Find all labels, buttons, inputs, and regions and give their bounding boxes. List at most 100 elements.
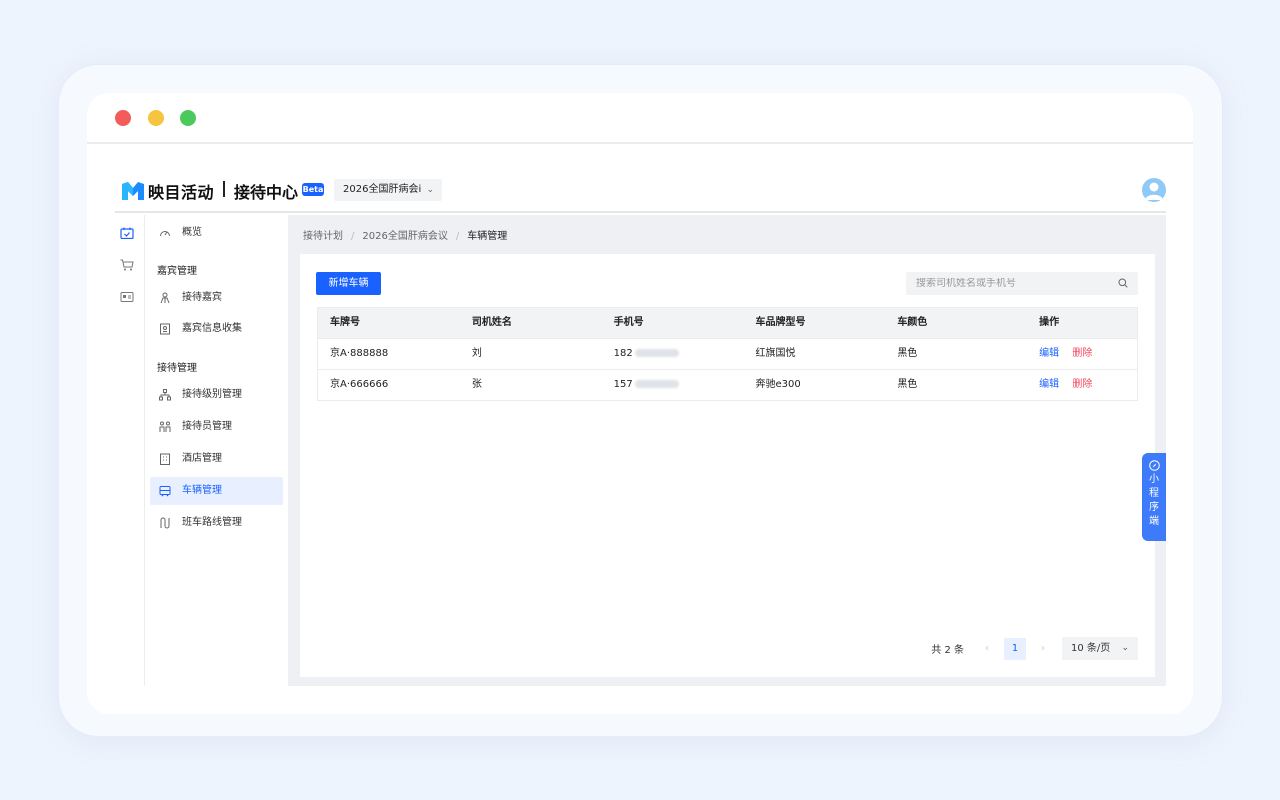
- page-size-value: 10 条/页: [1071, 643, 1111, 654]
- sidebar-item-receive-guest[interactable]: 接待嘉宾: [150, 284, 283, 312]
- breadcrumb-separator: /: [455, 231, 460, 242]
- masked-phone-digits: [634, 349, 679, 357]
- dashboard-gauge-icon: [160, 231, 170, 237]
- phone-prefix: 157: [613, 379, 633, 390]
- chevron-right-icon[interactable]: ›: [1032, 638, 1054, 660]
- total-count: 共 2 条: [931, 645, 964, 656]
- sidebar-item-label: 班车路线管理: [182, 517, 242, 528]
- breadcrumb-current: 车辆管理: [467, 231, 508, 242]
- search-box: [906, 272, 1138, 295]
- main-content: 接待计划 / 2026全国肝病会议 / 车辆管理 新增车辆 车牌号 司机姓名 手机号 车…: [288, 215, 1166, 686]
- sidebar-item-label: 接待级别管理: [182, 389, 242, 400]
- id-card-icon[interactable]: [120, 291, 134, 303]
- table-header: 车牌号 司机姓名 手机号 车品牌型号 车颜色 操作: [318, 308, 1137, 338]
- edit-link[interactable]: 编辑: [1039, 348, 1059, 359]
- sidebar-nav: 概览 嘉宾管理 接待嘉宾 嘉宾信息收集 接待管理 接待级别管理 接待员管理 酒店…: [146, 215, 288, 686]
- building-icon: [160, 453, 170, 465]
- nav-group-reception: 接待管理: [157, 363, 197, 374]
- hierarchy-icon: [159, 389, 171, 401]
- sidebar-item-hotel[interactable]: 酒店管理: [150, 445, 283, 473]
- search-input[interactable]: [916, 278, 1106, 289]
- add-vehicle-button[interactable]: 新增车辆: [316, 272, 381, 295]
- delete-link[interactable]: 删除: [1072, 379, 1092, 390]
- pagination: 共 2 条 ‹ 1 › 10 条/页 ⌄: [931, 637, 1138, 660]
- vehicle-table: 车牌号 司机姓名 手机号 车品牌型号 车颜色 操作 京A·888888 刘 18…: [317, 307, 1138, 401]
- cart-icon[interactable]: [120, 259, 134, 271]
- edit-link[interactable]: 编辑: [1039, 379, 1059, 390]
- beta-badge: Beta: [302, 183, 324, 196]
- sidebar-item-label: 车辆管理: [182, 485, 222, 496]
- route-icon: [160, 517, 170, 529]
- sidebar-item-label: 概览: [182, 227, 202, 238]
- sidebar-item-route[interactable]: 班车路线管理: [150, 509, 283, 537]
- breadcrumb: 接待计划 / 2026全国肝病会议 / 车辆管理: [303, 227, 507, 242]
- chevron-left-icon[interactable]: ‹: [976, 638, 998, 660]
- sidebar-item-label: 接待员管理: [182, 421, 232, 432]
- chevron-down-icon: ⌄: [426, 185, 434, 195]
- window-titlebar: [87, 93, 1193, 144]
- breadcrumb-separator: /: [351, 231, 355, 242]
- sidebar-item-guest-info[interactable]: 嘉宾信息收集: [150, 315, 283, 343]
- staff-group-icon: [159, 421, 171, 432]
- masked-phone-digits: [634, 380, 679, 388]
- mini-program-tab[interactable]: 小 程 序 端: [1142, 453, 1166, 541]
- person-icon: [160, 292, 170, 304]
- column-header: 手机号: [613, 317, 644, 328]
- table-row: 京A·888888 刘 182 红旗国悦 黑色 编辑 删除: [318, 338, 1137, 369]
- sidebar-item-level[interactable]: 接待级别管理: [150, 381, 283, 409]
- phone-cell: 157: [602, 370, 744, 400]
- sidebar-item-vehicle[interactable]: 车辆管理: [150, 477, 283, 505]
- window-maximize-button[interactable]: [180, 110, 196, 126]
- nav-group-guest: 嘉宾管理: [157, 266, 197, 277]
- module-name: 接待中心: [234, 183, 299, 202]
- model-cell: 奔驰e300: [755, 379, 801, 390]
- breadcrumb-plan[interactable]: 接待计划: [303, 231, 343, 242]
- event-selector-value: 2026全国肝病会i: [343, 184, 422, 195]
- calendar-check-icon[interactable]: [120, 227, 134, 239]
- window-close-button[interactable]: [115, 110, 131, 126]
- column-header: 车颜色: [897, 317, 928, 328]
- top-header: 映目活动 接待中心 Beta 2026全国肝病会i ⌄: [115, 144, 1166, 213]
- app-shell: 映目活动 接待中心 Beta 2026全国肝病会i ⌄ 概览 嘉宾管理 接待嘉宾…: [115, 144, 1166, 686]
- user-avatar-icon[interactable]: [1142, 178, 1166, 202]
- event-selector[interactable]: 2026全国肝病会i ⌄: [334, 179, 442, 201]
- window-minimize-button[interactable]: [148, 110, 164, 126]
- chevron-down-icon: ⌄: [1121, 643, 1129, 653]
- bus-icon: [159, 486, 171, 497]
- contact-card-icon: [160, 323, 170, 335]
- brand-logo-icon: [122, 182, 144, 200]
- model-cell: 红旗国悦: [755, 348, 796, 359]
- compass-icon: [1148, 460, 1160, 471]
- brand-divider: [223, 181, 225, 197]
- driver-cell: 刘: [471, 348, 482, 359]
- sidebar-item-label: 接待嘉宾: [182, 292, 222, 303]
- brand-name: 映目活动: [148, 183, 215, 202]
- breadcrumb-event[interactable]: 2026全国肝病会议: [362, 231, 447, 242]
- module-rail: [115, 215, 145, 686]
- phone-prefix: 182: [613, 348, 633, 359]
- actions-cell: 编辑 删除: [1027, 370, 1137, 400]
- browser-window: 映目活动 接待中心 Beta 2026全国肝病会i ⌄ 概览 嘉宾管理 接待嘉宾…: [87, 93, 1193, 714]
- plate-cell: 京A·666666: [330, 379, 389, 390]
- page-size-select[interactable]: 10 条/页 ⌄: [1062, 637, 1138, 660]
- delete-link[interactable]: 删除: [1072, 348, 1092, 359]
- sidebar-item-staff[interactable]: 接待员管理: [150, 413, 283, 441]
- column-header: 车牌号: [330, 317, 360, 328]
- column-header: 操作: [1039, 317, 1060, 328]
- column-header: 车品牌型号: [755, 317, 806, 328]
- table-row: 京A·666666 张 157 奔驰e300 黑色 编辑 删除: [318, 369, 1137, 400]
- actions-cell: 编辑 删除: [1027, 339, 1137, 369]
- color-cell: 黑色: [897, 348, 918, 359]
- vehicle-panel: 新增车辆 车牌号 司机姓名 手机号 车品牌型号 车颜色 操作 京A: [300, 254, 1155, 677]
- sidebar-item-label: 嘉宾信息收集: [182, 323, 242, 334]
- page-button-current[interactable]: 1: [1004, 637, 1026, 660]
- sidebar-item-overview[interactable]: 概览: [150, 219, 283, 247]
- driver-cell: 张: [471, 379, 482, 390]
- phone-cell: 182: [602, 339, 744, 369]
- column-header: 司机姓名: [471, 317, 512, 328]
- color-cell: 黑色: [897, 379, 918, 390]
- mini-program-label: 小 程 序 端: [1149, 474, 1159, 527]
- sidebar-item-label: 酒店管理: [182, 453, 222, 464]
- plate-cell: 京A·888888: [330, 348, 389, 359]
- search-icon[interactable]: [1118, 278, 1128, 288]
